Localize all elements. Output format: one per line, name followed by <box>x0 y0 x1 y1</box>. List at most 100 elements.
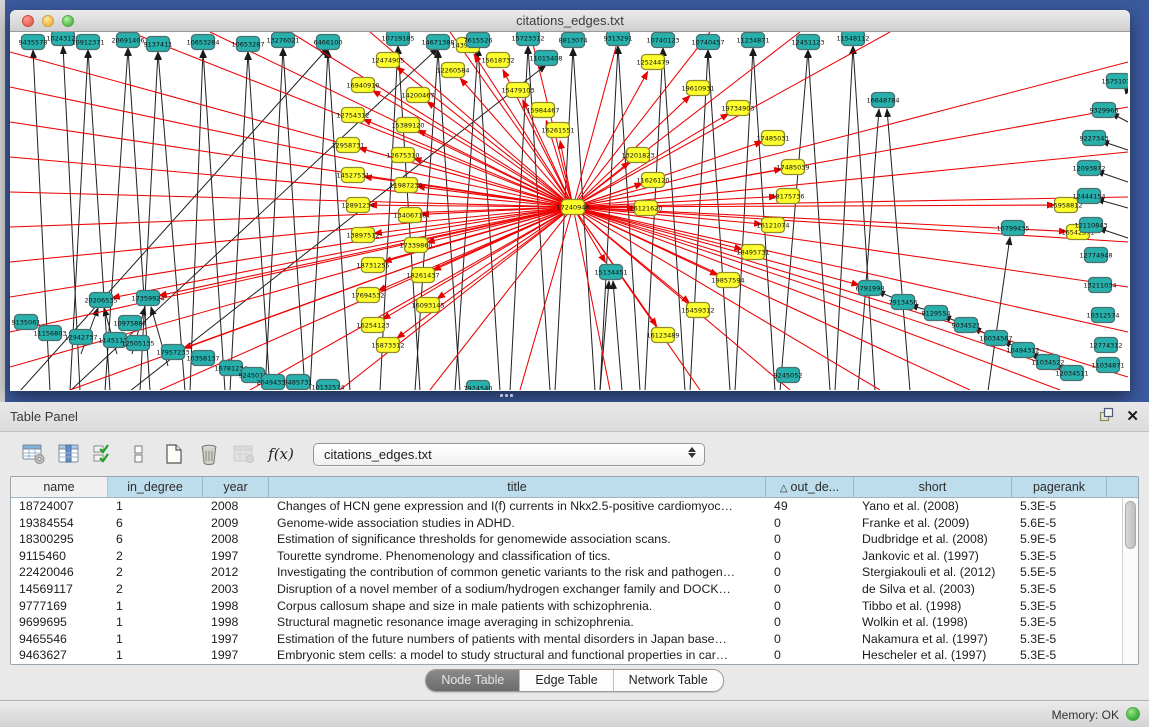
network-node[interactable]: 7913456 <box>889 295 918 310</box>
network-node[interactable]: 18495731 <box>736 245 769 260</box>
network-node[interactable]: 12774948 <box>1079 248 1112 263</box>
network-node[interactable]: 12675310 <box>386 148 419 163</box>
network-node[interactable]: 11987234 <box>389 178 422 193</box>
table-row[interactable]: 977716911998Corpus callosum shape and si… <box>11 598 1122 615</box>
column-header-name[interactable]: name <box>11 477 108 497</box>
show-columns-icon[interactable] <box>55 440 83 468</box>
table-row[interactable]: 911546021997Tourette syndrome. Phenomeno… <box>11 548 1122 565</box>
network-node[interactable]: 17485031 <box>756 131 789 146</box>
network-node[interactable]: 11015408 <box>529 51 562 66</box>
network-node[interactable]: 13211034 <box>1083 278 1116 293</box>
tab-edge-table[interactable]: Edge Table <box>519 670 612 691</box>
tab-node-table[interactable]: Node Table <box>426 670 519 691</box>
network-node[interactable]: 10494312 <box>1006 343 1039 358</box>
network-node[interactable]: 17957233 <box>156 345 189 360</box>
network-node[interactable]: 7615526 <box>464 33 493 48</box>
network-node[interactable]: 10740457 <box>691 35 724 50</box>
column-header-pagerank[interactable]: pagerank <box>1012 477 1107 497</box>
network-node[interactable]: 16121620 <box>629 201 662 216</box>
network-node[interactable]: 16121074 <box>756 218 789 233</box>
network-node[interactable]: 17240946 <box>556 200 589 215</box>
network-node[interactable]: 10653287 <box>231 37 264 52</box>
network-node[interactable]: 11548112 <box>836 32 869 46</box>
table-row[interactable]: 1456911722003Disruption of a novel membe… <box>11 581 1122 598</box>
network-node[interactable]: 8129554 <box>922 306 951 321</box>
float-window-icon[interactable] <box>1099 407 1114 427</box>
network-node[interactable]: 13276021 <box>266 33 299 48</box>
network-node[interactable]: 10719185 <box>381 32 414 46</box>
network-node[interactable]: 15134451 <box>594 265 627 280</box>
panel-divider-handle[interactable] <box>500 394 516 400</box>
network-node[interactable]: 12774312 <box>1089 338 1122 353</box>
network-node[interactable]: 12891234 <box>341 198 374 213</box>
network-node[interactable]: 9135061 <box>12 315 41 330</box>
table-row[interactable]: 946554611997Estimation of the future num… <box>11 631 1122 648</box>
table-row[interactable]: 1872400712008Changes of HCN gene express… <box>11 498 1122 515</box>
column-header-short[interactable]: short <box>854 477 1012 497</box>
scrollbar-thumb[interactable] <box>1125 501 1136 549</box>
network-node[interactable]: 15751074 <box>1101 74 1128 89</box>
network-node[interactable]: 15984467 <box>526 103 559 118</box>
network-node[interactable]: 11234871 <box>736 33 769 48</box>
function-builder-icon[interactable]: f(x) <box>267 440 295 468</box>
close-panel-icon[interactable]: ✕ <box>1126 409 1139 425</box>
network-node[interactable]: 14671388 <box>421 35 454 50</box>
network-node[interactable]: 19857594 <box>711 273 744 288</box>
table-options-icon[interactable] <box>20 440 48 468</box>
network-node[interactable]: 9329966 <box>1090 103 1119 118</box>
create-table-icon[interactable] <box>160 440 188 468</box>
network-node[interactable]: 7924540 <box>464 381 493 391</box>
zoom-button[interactable] <box>62 15 74 27</box>
network-node[interactable]: 14527531 <box>336 168 369 183</box>
network-node[interactable]: 12451123 <box>791 35 824 50</box>
network-node[interactable]: 17485039 <box>776 160 809 175</box>
network-node[interactable]: 10740123 <box>646 33 679 48</box>
network-node[interactable]: 15723312 <box>511 32 544 46</box>
network-node[interactable]: 10312574 <box>1086 308 1119 323</box>
network-node[interactable]: 12942737 <box>64 330 97 345</box>
minimize-button[interactable] <box>42 15 54 27</box>
network-node[interactable]: 9227343 <box>1080 131 1109 146</box>
network-node[interactable]: 16093145 <box>411 298 444 313</box>
select-all-rows-icon[interactable] <box>90 440 118 468</box>
network-node[interactable]: 9137411 <box>144 37 173 52</box>
column-header-year[interactable]: year <box>203 477 269 497</box>
network-node[interactable]: 20691406 <box>111 33 144 48</box>
network-node[interactable]: 16123489 <box>646 328 679 343</box>
network-node[interactable]: 18175736 <box>771 189 804 204</box>
network-node[interactable]: 15479103 <box>501 83 534 98</box>
vertical-scrollbar[interactable] <box>1122 498 1138 664</box>
close-button[interactable] <box>22 15 34 27</box>
network-node[interactable]: 9485731 <box>284 375 313 390</box>
network-node[interactable]: 15873312 <box>371 338 404 353</box>
network-node[interactable]: 12034511 <box>1055 366 1088 381</box>
table-row[interactable]: 969969511998Structural magnetic resonanc… <box>11 614 1122 631</box>
network-node[interactable]: 15618732 <box>481 53 514 68</box>
table-row[interactable]: 2242004622012Investigating the contribut… <box>11 564 1122 581</box>
network-node[interactable]: 10912371 <box>71 35 104 50</box>
tab-network-table[interactable]: Network Table <box>613 670 723 691</box>
network-node[interactable]: 10034567 <box>979 331 1012 346</box>
network-node[interactable]: 12524479 <box>636 55 669 70</box>
network-node[interactable]: 16940910 <box>346 78 379 93</box>
network-node[interactable]: 13897512 <box>346 228 379 243</box>
network-node[interactable]: 12505135 <box>121 336 154 351</box>
network-node[interactable]: 16648784 <box>866 93 899 108</box>
network-node[interactable]: 16261551 <box>541 123 574 138</box>
column-header-out_degree[interactable]: △out_de... <box>766 477 854 497</box>
network-node[interactable]: 19734903 <box>721 101 754 116</box>
network-node[interactable]: 12110843 <box>1074 218 1107 233</box>
network-node[interactable]: 10358137 <box>186 351 219 366</box>
deselect-rows-icon[interactable] <box>125 440 153 468</box>
column-header-in_degree[interactable]: in_degree <box>108 477 203 497</box>
network-node[interactable]: 11034871 <box>1091 358 1124 373</box>
network-node[interactable]: 13406718 <box>393 208 426 223</box>
network-graph[interactable]: 1247490516940910127543121295873114527531… <box>10 32 1128 390</box>
delete-table-icon[interactable] <box>195 440 223 468</box>
network-node[interactable]: 8813074 <box>559 33 588 48</box>
memory-ok-indicator[interactable] <box>1126 707 1140 721</box>
network-node[interactable]: 12093872 <box>1072 161 1105 176</box>
network-node[interactable]: 17694532 <box>351 288 384 303</box>
network-node[interactable]: 11626120 <box>636 173 669 188</box>
network-node[interactable]: 16254123 <box>356 318 389 333</box>
